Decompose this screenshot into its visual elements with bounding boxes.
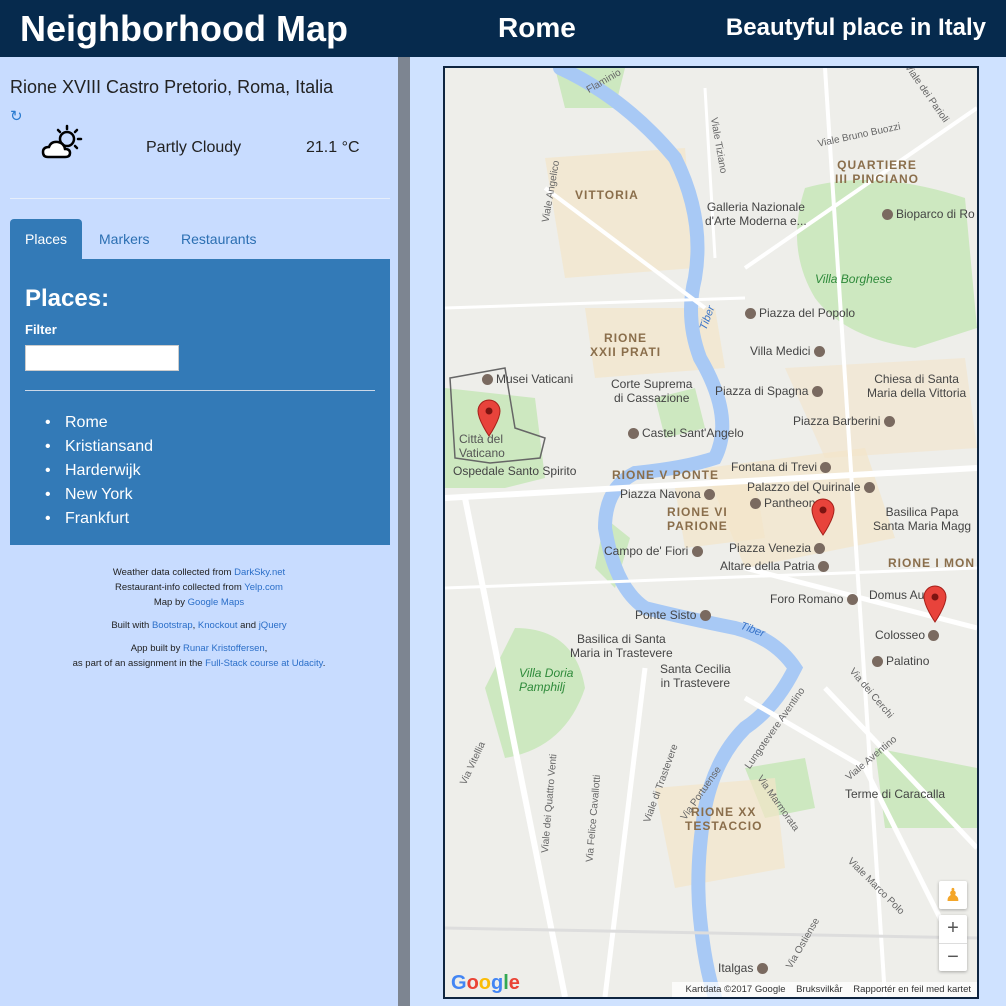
bootstrap-link[interactable]: Bootstrap [152,620,193,631]
map-label-ponte: RIONE V PONTE [612,468,720,482]
report-error-link[interactable]: Rapportér en feil med kartet [853,984,971,995]
map-label-monti: RIONE I MON [888,556,976,570]
credits: Weather data collected from DarkSky.net … [0,565,398,671]
poi-piazza-navona[interactable]: Piazza Navona [620,487,718,501]
refresh-icon[interactable]: ↻ [10,107,23,125]
poi-galleria-nazionale[interactable]: Galleria Nazionale d'Arte Moderna e... [705,200,807,228]
filter-input[interactable] [25,345,179,371]
poi-palatino[interactable]: Palatino [872,654,929,668]
city-title: Rome [498,12,576,43]
poi-palazzo-del-quirinale[interactable]: Palazzo del Quirinale [747,480,878,494]
poi-chiesa-santa-maria-vittoria[interactable]: Chiesa di Santa Maria della Vittoria [867,372,966,400]
darksky-link[interactable]: DarkSky.net [234,567,285,578]
location-title: Rione XVIII Castro Pretorio, Roma, Itali… [10,77,334,97]
map-attribution: Kartdata ©2017 Google Bruksvilkår Rappor… [671,982,977,997]
map-label-prati: RIONE XXII PRATI [590,331,662,359]
credit-text: Restaurant-info collected from [115,582,245,593]
credit-text: Weather data collected from [112,567,235,578]
weather-summary: Partly Cloudy [146,139,242,156]
sidebar: Rione XVIII Castro Pretorio, Roma, Itali… [0,57,398,1006]
credit-text: Map by [153,597,188,608]
divider [10,198,390,199]
credit-text: Built with [111,620,152,631]
udacity-link[interactable]: Full-Stack course at Udacity [205,658,323,669]
tab-restaurants[interactable]: Restaurants [166,219,271,259]
tab-markers[interactable]: Markers [84,219,165,259]
partly-cloudy-icon [41,124,83,159]
poi-bioparco[interactable]: Bioparco di Ro [882,207,975,221]
poi-italgas[interactable]: Italgas [718,961,771,975]
map-marker[interactable] [923,585,947,623]
poi-domus-aurea[interactable]: Domus Au [869,588,924,602]
map-label-quartiere: QUARTIERE III PINCIANO [835,158,920,186]
google-logo: Google [451,972,520,994]
zoom-out-button[interactable]: − [939,944,967,972]
map-label-parione: RIONE VI PARIONE [667,505,728,533]
map-canvas[interactable]: VITTORIA RIONE XXII PRATI QUARTIERE III … [443,66,979,999]
poi-piazza-venezia[interactable]: Piazza Venezia [729,541,828,555]
tab-places[interactable]: Places [10,219,83,259]
poi-santa-cecilia[interactable]: Santa Cecilia in Trastevere [660,662,731,690]
map-marker[interactable] [477,399,501,437]
poi-musei-vaticani[interactable]: Musei Vaticani [482,372,573,386]
place-item-kristiansand[interactable]: Kristiansand [25,435,153,459]
zoom-in-button[interactable]: + [939,915,967,943]
poi-piazza-di-spagna[interactable]: Piazza di Spagna [715,384,826,398]
yelp-link[interactable]: Yelp.com [244,582,283,593]
place-item-new-york[interactable]: New York [25,483,153,507]
poi-piazza-del-popolo[interactable]: Piazza del Popolo [745,306,855,320]
terms-link[interactable]: Bruksvilkår [796,984,842,995]
poi-campo-de-fiori[interactable]: Campo de' Fiori [604,544,706,558]
places-panel: Places: Filter Rome Kristiansand Harderw… [10,259,390,545]
credit-text: and [237,620,259,631]
poi-basilica-papale[interactable]: Basilica Papa Santa Maria Magg [873,505,971,533]
jquery-link[interactable]: jQuery [259,620,287,631]
map-label-vittoria: VITTORIA [575,188,639,202]
poi-ospedale-santo-spirito[interactable]: Ospedale Santo Spirito [453,464,576,478]
poi-corte-suprema[interactable]: Corte Suprema di Cassazione [611,377,692,405]
poi-foro-romano[interactable]: Foro Romano [770,592,861,606]
zoom-control: + − [939,915,967,971]
header: Neighborhood Map Rome Beautyful place in… [0,0,1006,57]
place-item-rome[interactable]: Rome [25,411,153,435]
poi-colosseo[interactable]: Colosseo [875,628,942,642]
credit-text: . [322,658,326,669]
sidebar-separator [398,57,410,1006]
poi-fontana-di-trevi[interactable]: Fontana di Trevi [731,460,834,474]
poi-santa-maria-trastevere[interactable]: Basilica di Santa Maria in Trastevere [570,632,673,660]
google-maps-link[interactable]: Google Maps [188,597,245,608]
credit-text: App built by [130,643,183,654]
map-label-villa-doria: Villa Doria Pamphilj [519,666,574,694]
credit-text: as part of an assignment in the [72,658,206,669]
map-data-credit: Kartdata ©2017 Google [685,984,786,995]
tagline: Beautyful place in Italy [725,14,986,41]
street-view-pegman-icon[interactable]: ♟ [939,881,967,909]
map-label-villa-borghese: Villa Borghese [815,272,893,286]
panel-divider [25,390,375,391]
poi-terme-di-caracalla[interactable]: Terme di Caracalla [845,787,945,801]
poi-ponte-sisto[interactable]: Ponte Sisto [635,608,714,622]
poi-altare-della-patria[interactable]: Altare della Patria [720,559,832,573]
map-marker[interactable] [811,498,835,536]
credit-text: , [264,643,268,654]
knockout-link[interactable]: Knockout [198,620,238,631]
app-title: Neighborhood Map [20,8,348,49]
author-link[interactable]: Runar Kristoffersen [183,643,265,654]
places-list: Rome Kristiansand Harderwijk New York Fr… [25,411,153,531]
poi-castel-santangelo[interactable]: Castel Sant'Angelo [628,426,744,440]
panel-heading: Places: [25,285,110,312]
place-item-frankfurt[interactable]: Frankfurt [25,507,153,531]
filter-label: Filter [25,322,57,337]
poi-piazza-barberini[interactable]: Piazza Barberini [793,414,898,428]
place-item-harderwijk[interactable]: Harderwijk [25,459,153,483]
poi-villa-medici[interactable]: Villa Medici [750,344,828,358]
weather-temperature: 21.1 °C [306,139,360,156]
tab-bar: Places Markers Restaurants [10,219,390,259]
poi-pantheon[interactable]: Pantheon [750,496,815,510]
